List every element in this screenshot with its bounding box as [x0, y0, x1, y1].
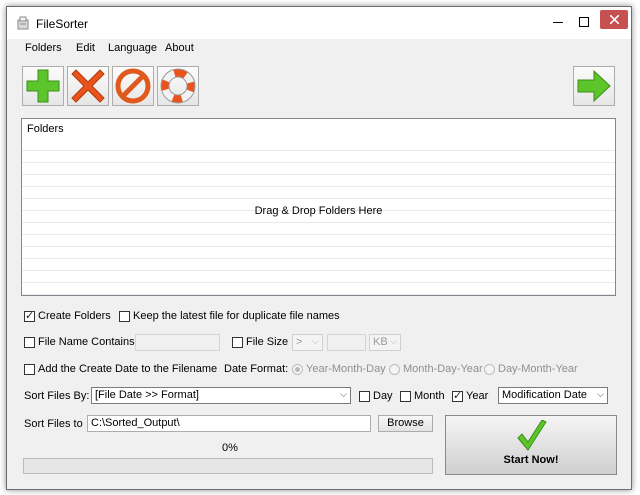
menu-about[interactable]: About [165, 42, 194, 54]
green-plus-icon [26, 69, 60, 103]
date-format-ymd-radio[interactable] [292, 364, 303, 375]
folders-column-header: Folders [27, 123, 64, 135]
close-icon [609, 14, 619, 24]
start-now-button[interactable]: Start Now! [445, 415, 617, 475]
drop-hint: Drag & Drop Folders Here [254, 205, 383, 217]
file-size-unit-value: KB [373, 336, 388, 348]
folders-list [22, 139, 615, 295]
sort-year-checkbox[interactable] [452, 389, 463, 402]
create-folders-label: Create Folders [38, 310, 111, 322]
keep-latest-label: Keep the latest file for duplicate file … [133, 310, 340, 322]
output-path-input[interactable]: C:\Sorted_Output\ [87, 415, 371, 432]
green-right-arrow-icon [577, 69, 611, 103]
minimize-icon [553, 22, 563, 23]
menu-edit[interactable]: Edit [76, 42, 95, 54]
file-size-operator-value: > [296, 336, 303, 348]
sort-day-label: Day [373, 390, 393, 402]
date-format-mdy-label: Month-Day-Year [403, 363, 483, 375]
file-name-contains-checkbox[interactable] [24, 337, 35, 348]
date-format-label: Date Format: [224, 363, 289, 375]
sort-month-label: Month [414, 390, 445, 402]
date-type-value: Modification Date [502, 389, 587, 401]
file-size-input[interactable] [327, 334, 366, 351]
date-format-dmy-radio[interactable] [484, 364, 495, 375]
maximize-icon [579, 17, 589, 27]
remove-folder-button[interactable] [67, 66, 109, 106]
date-format-dmy-label: Day-Month-Year [498, 363, 578, 375]
start-now-label: Start Now! [503, 454, 559, 466]
chevron-down-icon: ⌵ [390, 336, 397, 346]
help-button[interactable] [157, 66, 199, 106]
add-create-date-label: Add the Create Date to the Filename [38, 363, 218, 375]
menu-language[interactable]: Language [108, 42, 157, 54]
menu-bar: Folders Edit Language About [7, 39, 631, 59]
red-x-icon [71, 69, 105, 103]
chevron-down-icon: ⌵ [340, 389, 347, 399]
sort-by-select[interactable]: [File Date >> Format] ⌵ [91, 387, 351, 404]
chevron-down-icon: ⌵ [312, 336, 319, 346]
title-bar: FileSorter [7, 7, 631, 39]
create-folders-checkbox[interactable] [24, 309, 35, 322]
sort-month-checkbox[interactable] [400, 391, 411, 402]
app-icon [17, 16, 29, 30]
maximize-button[interactable] [571, 7, 597, 37]
clear-button[interactable] [112, 66, 154, 106]
date-format-mdy-radio[interactable] [389, 364, 400, 375]
file-size-operator-select[interactable]: > ⌵ [292, 334, 323, 351]
no-entry-icon [115, 68, 151, 104]
sort-day-checkbox[interactable] [359, 391, 370, 402]
add-folder-button[interactable] [22, 66, 64, 106]
keep-latest-checkbox[interactable] [119, 311, 130, 322]
progress-percent: 0% [222, 442, 238, 454]
sort-by-value: [File Date >> Format] [95, 389, 199, 401]
add-create-date-checkbox[interactable] [24, 364, 35, 375]
file-size-checkbox[interactable] [232, 337, 243, 348]
date-type-select[interactable]: Modification Date ⌵ [498, 387, 608, 404]
progress-bar [23, 458, 433, 474]
sort-by-label: Sort Files By: [24, 390, 90, 402]
sort-year-label: Year [466, 390, 489, 402]
menu-folders[interactable]: Folders [25, 42, 62, 54]
close-button[interactable] [597, 7, 631, 37]
app-window: FileSorter Folders Edit Language About F… [6, 6, 632, 490]
sort-to-label: Sort Files to [24, 418, 83, 430]
file-size-label: File Size [246, 336, 289, 348]
file-size-unit-select[interactable]: KB ⌵ [369, 334, 401, 351]
chevron-down-icon: ⌵ [597, 389, 604, 399]
window-title: FileSorter [36, 17, 89, 31]
lifebuoy-icon [160, 68, 196, 104]
folders-drop-area[interactable]: Folders Drag & Drop Folders Here [21, 118, 616, 296]
next-button[interactable] [573, 66, 615, 106]
file-name-contains-label: File Name Contains [38, 336, 135, 348]
browse-button[interactable]: Browse [378, 415, 433, 432]
date-format-ymd-label: Year-Month-Day [306, 363, 386, 375]
file-name-contains-input[interactable] [135, 334, 220, 351]
minimize-button[interactable] [545, 7, 571, 37]
green-checkmark-icon [517, 420, 547, 451]
